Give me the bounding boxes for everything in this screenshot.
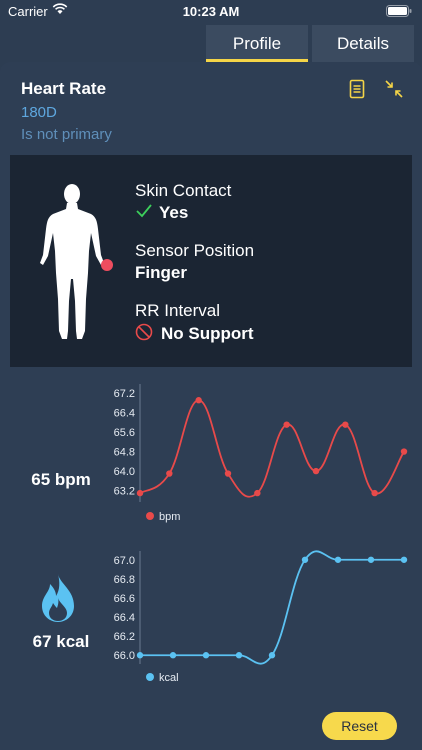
reset-button[interactable]: Reset xyxy=(322,712,397,740)
rr-interval-value: No Support xyxy=(161,323,254,343)
rr-interval-label: RR Interval xyxy=(135,301,221,320)
primary-status: Is not primary xyxy=(21,126,112,143)
skin-contact-value: Yes xyxy=(159,203,189,222)
body-silhouette-icon xyxy=(36,181,120,346)
prohibited-icon xyxy=(135,323,153,346)
device-name: Heart Rate xyxy=(21,79,107,98)
tab-profile[interactable]: Profile xyxy=(206,25,308,62)
tab-details-label: Details xyxy=(337,34,389,53)
skin-contact-label: Skin Contact xyxy=(135,181,232,200)
calories-value: 67 kcal xyxy=(32,632,90,651)
sensor-panel: Skin Contact Yes Sensor Position Finger … xyxy=(10,155,412,367)
tab-profile-label: Profile xyxy=(232,34,282,53)
status-bar: Carrier 10:23 AM xyxy=(0,0,422,24)
checkmark-icon xyxy=(135,203,153,224)
sensor-position-value: Finger xyxy=(135,263,187,282)
rr-interval-row: No Support xyxy=(135,323,254,346)
battery-icon xyxy=(386,5,412,20)
document-icon[interactable] xyxy=(347,79,367,99)
tab-details[interactable]: Details xyxy=(312,25,414,62)
clock: 10:23 AM xyxy=(182,4,240,19)
sensor-position-label: Sensor Position xyxy=(135,241,255,260)
device-model: 180D xyxy=(21,104,57,121)
collapse-icon[interactable] xyxy=(384,79,404,99)
flame-icon xyxy=(38,572,78,629)
heart-rate-value: 65 bpm xyxy=(31,470,91,489)
skin-contact-row: Yes xyxy=(135,203,188,224)
tab-bar: Profile Details xyxy=(202,25,414,62)
